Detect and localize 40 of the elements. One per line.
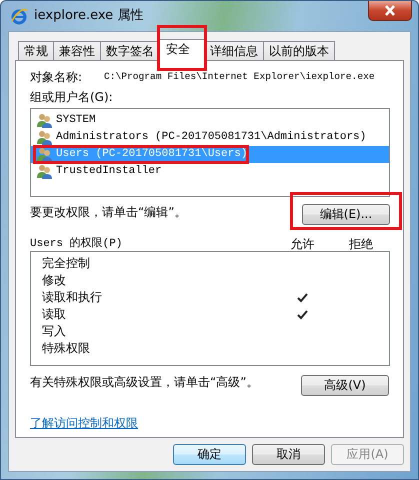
field-label: Users 的权限(P) — [30, 238, 124, 252]
permission-name: 完全控制 — [42, 255, 91, 272]
list-item[interactable]: SYSTEM — [31, 112, 389, 129]
dialog-button[interactable]: 取消 — [252, 444, 325, 465]
permission-name: 写入 — [42, 323, 67, 340]
users-icon — [36, 130, 53, 145]
users-icon — [36, 112, 53, 128]
instruction-text: 要更改权限，请单击“编辑”。 — [30, 205, 186, 220]
help-link[interactable]: 了解访问控制和权限 — [30, 416, 138, 431]
permission-name: 读取 — [42, 306, 67, 324]
user-name: Users (PC-201705081731\Users) — [56, 148, 248, 161]
field-label: 对象名称: — [30, 70, 84, 84]
close-icon — [384, 5, 396, 16]
column-header: 拒绝 — [348, 236, 374, 252]
column-header: 允许 — [290, 236, 316, 252]
field-label: 组或用户名(G): — [30, 90, 113, 105]
user-name: TrustedInstaller — [56, 164, 162, 178]
permission-name: 特殊权限 — [42, 340, 91, 358]
tab[interactable]: 详细信息 — [204, 41, 264, 60]
advanced-button[interactable]: 高级(V) — [301, 375, 389, 396]
edit-button[interactable]: 编辑(E)... — [302, 204, 390, 225]
dialog-button[interactable]: 确定 — [173, 444, 246, 465]
users-icon — [36, 164, 53, 179]
tab[interactable]: 安全 — [159, 39, 205, 61]
app-icon — [10, 7, 28, 25]
list-item[interactable]: Administrators (PC-201705081731\Administrators) — [31, 128, 389, 146]
user-name: SYSTEM — [56, 114, 96, 127]
users-icon — [36, 146, 53, 162]
window-title: iexplore.exe 属性 — [34, 8, 144, 24]
permission-name: 修改 — [42, 272, 67, 290]
instruction-text: 有关特殊权限或高级设置，请单击“高级”。 — [30, 375, 258, 390]
tab[interactable]: 数字签名 — [100, 41, 160, 60]
user-name: Administrators (PC-201705081731\Administrators) — [56, 130, 366, 144]
tab[interactable]: 以前的版本 — [263, 41, 335, 60]
object-path: C:\Program Files\Internet Explorer\iexplore.exe — [104, 71, 375, 83]
tab[interactable]: 常规 — [18, 41, 54, 60]
list-item[interactable]: TrustedInstaller — [31, 162, 389, 180]
permission-name: 读取和执行 — [42, 289, 103, 306]
close-button[interactable] — [368, 1, 412, 21]
tab[interactable]: 兼容性 — [53, 41, 101, 60]
